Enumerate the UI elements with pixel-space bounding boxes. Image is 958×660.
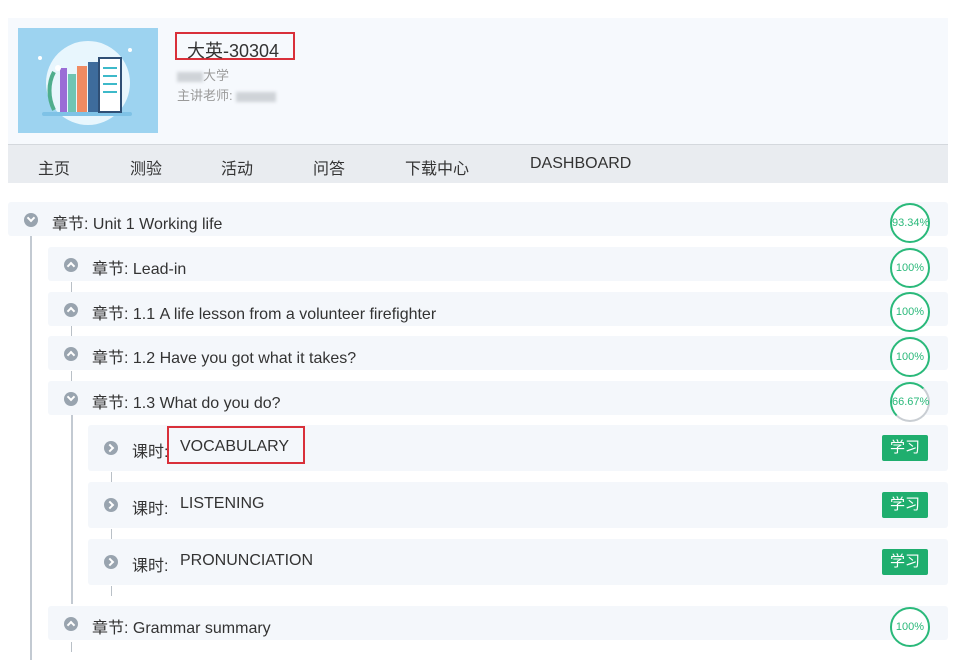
teacher-label: 主讲老师: [177, 88, 233, 103]
progress-circle: 100% [890, 248, 930, 288]
progress-circle: 100% [890, 337, 930, 377]
course-cover-image [18, 28, 158, 133]
course-nav-bar: 主页 测验 活动 问答 下载中心 DASHBOARD [8, 144, 948, 183]
chevron-right-icon[interactable] [104, 498, 118, 512]
chapter-title[interactable]: 章节: Grammar summary [92, 614, 271, 638]
progress-circle: 100% [890, 292, 930, 332]
learn-button[interactable]: 学习 [882, 492, 928, 518]
lesson-prefix: 课时: [132, 558, 169, 575]
tree-line [30, 236, 32, 660]
progress-circle: 93.34% [890, 203, 930, 243]
course-title-highlight: 大英-30304 [175, 32, 295, 61]
chapter-row[interactable]: 章节: 1.3 What do you do? [48, 381, 948, 415]
chevron-down-icon[interactable] [64, 392, 78, 406]
chapter-title[interactable]: 章节: 1.1 A life lesson from a volunteer f… [92, 300, 436, 324]
chapter-row[interactable]: 章节: 1.2 Have you got what it takes? [48, 336, 948, 370]
books-illustration-icon [38, 41, 132, 125]
chevron-up-icon[interactable] [64, 303, 78, 317]
chapter-title[interactable]: 章节: 1.2 Have you got what it takes? [92, 344, 356, 368]
chapter-row[interactable]: 章节: Unit 1 Working life [8, 202, 948, 236]
chapter-row[interactable]: 章节: Grammar summary [48, 606, 948, 640]
highlight-box [167, 426, 305, 464]
chevron-up-icon[interactable] [64, 347, 78, 361]
tree-tick [111, 529, 112, 539]
nav-download-center[interactable]: 下载中心 [405, 155, 469, 179]
tree-tick [111, 586, 112, 596]
learn-button[interactable]: 学习 [882, 549, 928, 575]
tree-tick [111, 472, 112, 482]
chapter-row[interactable]: 章节: Lead-in [48, 247, 948, 281]
redacted-text [236, 91, 277, 102]
learn-button[interactable]: 学习 [882, 435, 928, 461]
school-suffix: 大学 [203, 68, 230, 83]
course-title: 大英-30304 [187, 41, 280, 61]
chapter-title[interactable]: 章节: Lead-in [92, 255, 186, 279]
lesson-name[interactable]: PRONUNCIATION [180, 552, 313, 570]
chapter-title[interactable]: 章节: 1.3 What do you do? [92, 389, 281, 413]
lesson-prefix: 课时: [132, 444, 169, 461]
chevron-up-icon[interactable] [64, 258, 78, 272]
lesson-prefix: 课时: [132, 501, 169, 518]
chevron-up-icon[interactable] [64, 617, 78, 631]
course-header: 大英-30304 大学 主讲老师: [8, 18, 948, 144]
lesson-row[interactable]: 课时: PRONUNCIATION 学习 [88, 539, 948, 585]
school-name: 大学 [177, 65, 229, 84]
chevron-down-icon[interactable] [24, 213, 38, 227]
tree-tick [71, 326, 72, 336]
tree-tick [71, 371, 72, 381]
nav-qa[interactable]: 问答 [313, 155, 345, 179]
nav-activities[interactable]: 活动 [221, 155, 253, 179]
tree-tick [71, 642, 72, 652]
tree-line [71, 414, 73, 604]
chevron-right-icon[interactable] [104, 441, 118, 455]
teacher-line: 主讲老师: [177, 85, 277, 104]
nav-home[interactable]: 主页 [38, 155, 70, 179]
tree-tick [71, 282, 72, 292]
redacted-text [177, 71, 203, 82]
nav-quiz[interactable]: 测验 [130, 155, 162, 179]
chevron-right-icon[interactable] [104, 555, 118, 569]
lesson-row[interactable]: 课时: LISTENING 学习 [88, 482, 948, 528]
nav-dashboard[interactable]: DASHBOARD [530, 155, 631, 173]
progress-circle: 66.67% [890, 382, 930, 422]
chapter-title[interactable]: 章节: Unit 1 Working life [52, 210, 222, 234]
progress-circle: 100% [890, 607, 930, 647]
chapter-row[interactable]: 章节: 1.1 A life lesson from a volunteer f… [48, 292, 948, 326]
lesson-name[interactable]: LISTENING [180, 495, 264, 513]
